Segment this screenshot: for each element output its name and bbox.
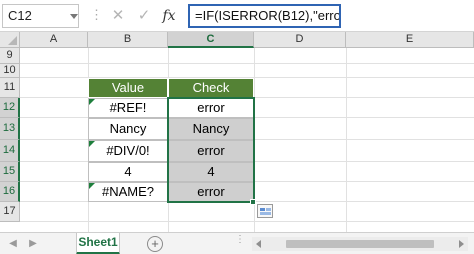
chevron-down-icon[interactable] xyxy=(70,14,78,19)
quick-analysis-icon[interactable] xyxy=(257,204,273,218)
fill-handle[interactable] xyxy=(250,199,256,205)
excel-window: C12 ⋮ ✕ ✓ fx =IF(ISERROR(B12),"error",B1… xyxy=(0,0,474,254)
formula-bar: C12 ⋮ ✕ ✓ fx =IF(ISERROR(B12),"error",B1… xyxy=(0,0,474,32)
row-header-15[interactable]: 15 xyxy=(0,162,20,182)
value-cell[interactable]: #REF! xyxy=(88,98,168,118)
select-all-button[interactable] xyxy=(0,32,20,48)
cancel-icon[interactable]: ✕ xyxy=(111,6,125,26)
check-cell[interactable]: error xyxy=(168,140,254,162)
column-header-a[interactable]: A xyxy=(20,32,88,48)
spreadsheet-grid[interactable]: A B C D E 9 10 11 12 13 14 15 16 17 Valu… xyxy=(0,32,474,232)
row-header-11[interactable]: 11 xyxy=(0,78,20,98)
table-header-check[interactable]: Check xyxy=(168,78,254,98)
name-box[interactable]: C12 xyxy=(2,4,79,28)
column-header-b[interactable]: B xyxy=(88,32,168,48)
quick-analysis-glyph xyxy=(266,208,271,211)
error-indicator-icon xyxy=(89,99,95,105)
row-header-13[interactable]: 13 xyxy=(0,118,20,140)
scrollbar-thumb[interactable] xyxy=(286,240,434,248)
value-cell[interactable]: 4 xyxy=(88,162,168,182)
row-header-12[interactable]: 12 xyxy=(0,98,20,118)
column-header-d[interactable]: D xyxy=(254,32,346,48)
check-cell[interactable]: 4 xyxy=(168,162,254,182)
value-cell-text: #NAME? xyxy=(101,184,155,199)
scroll-right-icon[interactable] xyxy=(459,240,464,248)
row-header-17[interactable]: 17 xyxy=(0,202,20,222)
value-cell-text: #REF! xyxy=(109,100,147,115)
error-indicator-icon xyxy=(89,141,95,147)
value-cell[interactable]: #DIV/0! xyxy=(88,140,168,162)
quick-analysis-glyph xyxy=(260,208,265,211)
vertical-dots-icon: ⋮ xyxy=(90,7,103,22)
sheet-tab-sheet1[interactable]: Sheet1 xyxy=(76,233,120,254)
gridline xyxy=(20,63,474,64)
column-header-c[interactable]: C xyxy=(168,32,254,48)
enter-icon[interactable]: ✓ xyxy=(137,6,151,26)
row-header-16[interactable]: 16 xyxy=(0,182,20,202)
row-header-9[interactable]: 9 xyxy=(0,48,20,64)
row-header-14[interactable]: 14 xyxy=(0,140,20,162)
gridline xyxy=(20,221,474,222)
previous-sheet-icon[interactable]: ◀ xyxy=(6,237,20,251)
sheet-tab-bar: ◀ ▶ Sheet1 + ⋮ xyxy=(0,232,474,254)
error-indicator-icon xyxy=(89,183,95,189)
insert-function-icon[interactable]: fx xyxy=(160,6,178,26)
check-cell[interactable]: error xyxy=(168,182,254,202)
select-all-icon xyxy=(8,36,17,45)
quick-analysis-glyph xyxy=(260,212,271,215)
value-cell[interactable]: #NAME? xyxy=(88,182,168,202)
add-sheet-button[interactable]: + xyxy=(147,236,163,252)
formula-input[interactable]: =IF(ISERROR(B12),"error",B12) xyxy=(188,4,341,28)
horizontal-scrollbar[interactable] xyxy=(252,237,468,251)
table-header-value[interactable]: Value xyxy=(88,78,168,98)
value-cell[interactable]: Nancy xyxy=(88,118,168,140)
name-box-value: C12 xyxy=(8,8,32,23)
check-cell[interactable]: error xyxy=(168,98,254,118)
row-header-10[interactable]: 10 xyxy=(0,64,20,78)
vertical-dots-icon[interactable]: ⋮ xyxy=(235,235,245,250)
next-sheet-icon[interactable]: ▶ xyxy=(26,237,40,251)
scroll-left-icon[interactable] xyxy=(256,240,261,248)
value-cell-text: #DIV/0! xyxy=(106,143,150,158)
check-cell[interactable]: Nancy xyxy=(168,118,254,140)
column-header-e[interactable]: E xyxy=(346,32,474,48)
gridline xyxy=(346,48,347,232)
